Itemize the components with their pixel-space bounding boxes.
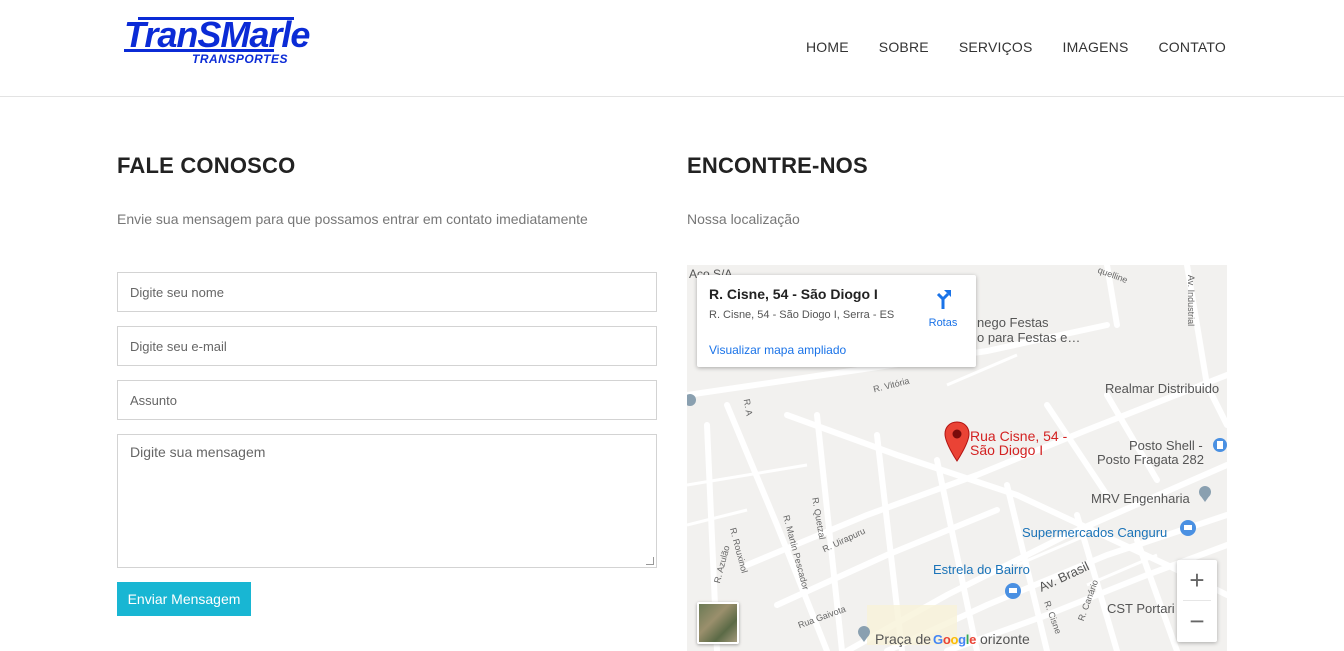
location-title: ENCONTRE-NOS: [687, 153, 868, 178]
poi-pin-icon[interactable]: [857, 625, 871, 643]
google-letter: g: [958, 632, 966, 647]
directions-label: Rotas: [928, 317, 958, 329]
poi-pin-icon[interactable]: [1198, 485, 1212, 503]
nav-sobre[interactable]: SOBRE: [879, 38, 929, 56]
shopping-cart-icon[interactable]: [1005, 583, 1021, 601]
zoom-in-button[interactable]: +: [1177, 560, 1217, 600]
info-card-address: R. Cisne, 54 - São Diogo I, Serra - ES: [709, 309, 895, 321]
location-subtitle: Nossa localização: [687, 211, 800, 227]
nav-imagens[interactable]: IMAGENS: [1063, 38, 1129, 56]
map-label-praca-a: Praça de: [875, 631, 932, 647]
map-label-fragata: Posto Fragata 282: [1097, 452, 1204, 467]
contact-subtitle: Envie sua mensagem para que possamos ent…: [117, 211, 588, 227]
message-placeholder: Digite sua mensagem: [130, 444, 266, 460]
google-map[interactable]: Aço S/A quelline Av. Industrial nego Fes…: [687, 265, 1227, 651]
subject-input[interactable]: Assunto: [117, 380, 657, 420]
message-textarea[interactable]: Digite sua mensagem: [117, 434, 657, 568]
contact-title: FALE CONOSCO: [117, 153, 296, 178]
map-label-canguru: Supermercados Canguru: [1022, 525, 1168, 540]
send-message-button[interactable]: Enviar Mensagem: [117, 582, 251, 616]
map-label-festas-2: o para Festas e…: [977, 330, 1081, 345]
email-input[interactable]: Digite seu e-mail: [117, 326, 657, 366]
info-card-title: R. Cisne, 54 - São Diogo I: [709, 286, 878, 302]
location-pin-icon[interactable]: [944, 421, 970, 463]
main-nav: HOME SOBRE SERVIÇOS IMAGENS CONTATO: [776, 38, 1226, 56]
map-street-ra: R. A: [741, 398, 755, 417]
satellite-toggle[interactable]: [697, 602, 739, 644]
map-label-cst: CST Portari: [1107, 601, 1175, 616]
shopping-cart-icon[interactable]: [1180, 520, 1196, 538]
google-logo: Google: [933, 632, 976, 647]
logo-sub-text: TRANSPORTES: [192, 52, 288, 66]
site-header: TranSMarle TRANSPORTES HOME SOBRE SERVIÇ…: [0, 0, 1344, 97]
map-label-festas-1: nego Festas: [977, 315, 1049, 330]
site-logo[interactable]: TranSMarle TRANSPORTES: [124, 15, 310, 69]
pin-label-line2: São Diogo I: [970, 442, 1044, 458]
map-label-mrv: MRV Engenharia: [1091, 491, 1190, 506]
google-letter: o: [950, 632, 959, 647]
directions-icon: [936, 290, 951, 309]
google-letter: e: [969, 632, 977, 647]
zoom-out-button[interactable]: −: [1177, 601, 1217, 641]
nav-contato[interactable]: CONTATO: [1158, 38, 1226, 56]
nav-home[interactable]: HOME: [806, 38, 849, 56]
name-input[interactable]: Digite seu nome: [117, 272, 657, 312]
map-label-praca-b: orizonte: [980, 631, 1030, 647]
larger-map-link[interactable]: Visualizar mapa ampliado: [709, 343, 846, 357]
map-street-av-industrial: Av. Industrial: [1186, 274, 1197, 327]
resize-grip[interactable]: [646, 557, 654, 565]
google-letter: G: [933, 632, 943, 647]
directions-button[interactable]: Rotas: [926, 288, 960, 330]
map-label-realmar: Realmar Distribuido: [1105, 381, 1220, 396]
map-label-shell: Posto Shell -: [1129, 438, 1203, 453]
poi-pin-icon[interactable]: [687, 393, 697, 411]
map-info-card: R. Cisne, 54 - São Diogo I R. Cisne, 54 …: [697, 275, 976, 367]
fuel-icon[interactable]: [1213, 437, 1227, 455]
nav-servicos[interactable]: SERVIÇOS: [959, 38, 1033, 56]
map-label-estrela: Estrela do Bairro: [933, 562, 1030, 577]
zoom-controls: + −: [1177, 560, 1217, 642]
